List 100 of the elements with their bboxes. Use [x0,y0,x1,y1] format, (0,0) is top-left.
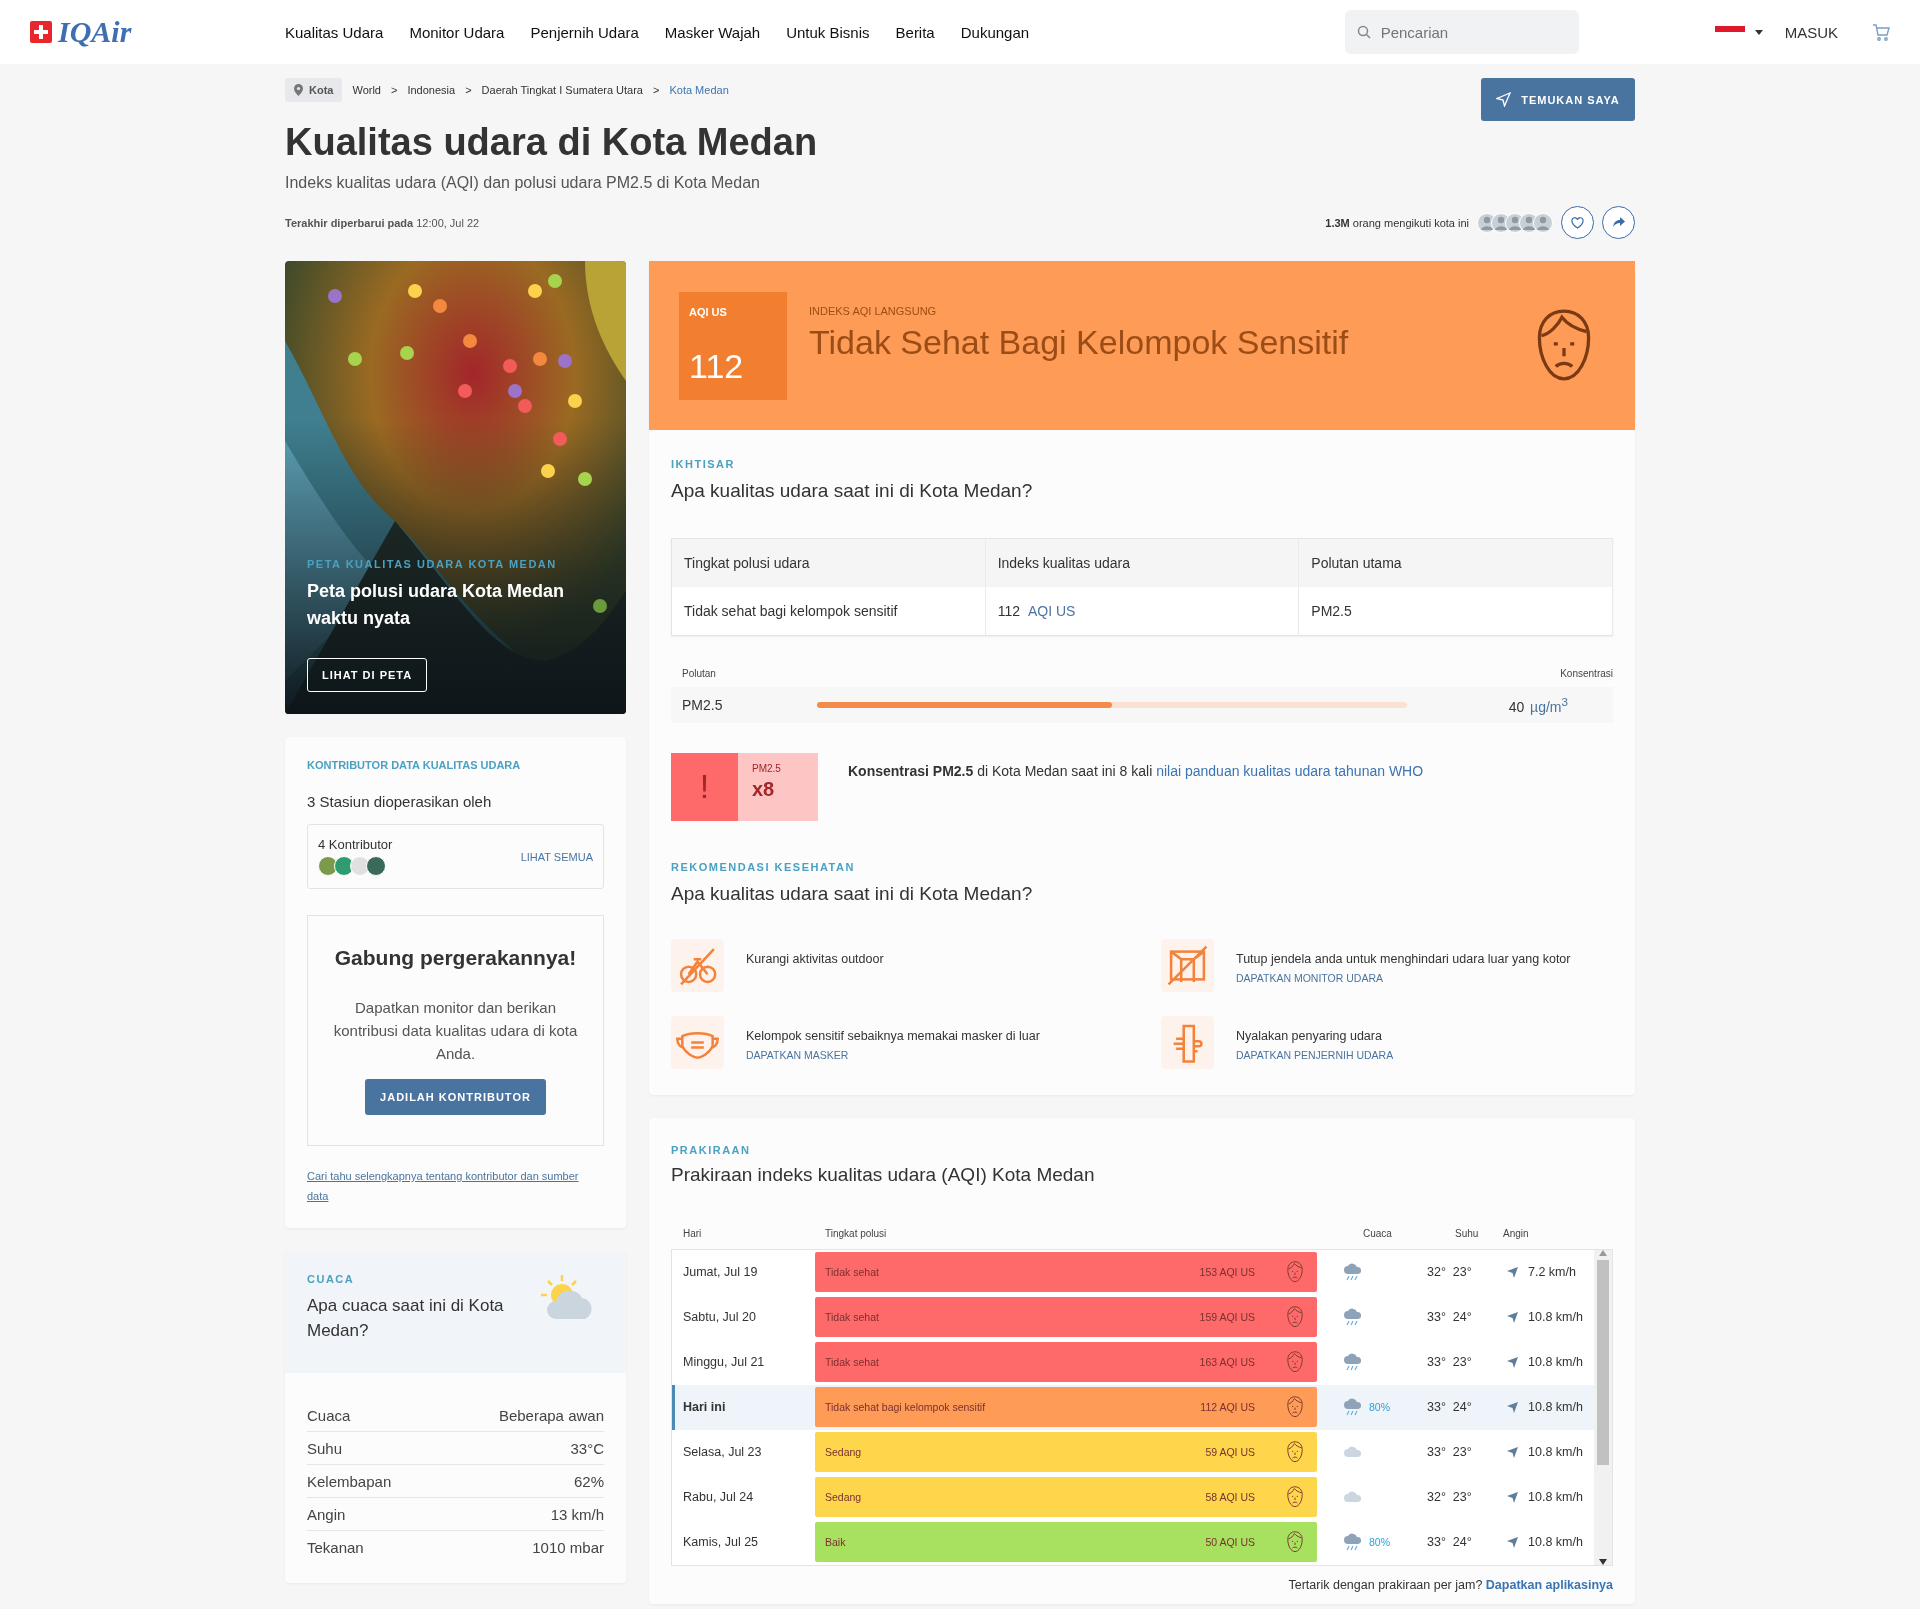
forecast-row[interactable]: Jumat, Jul 19 Tidak sehat 153 AQI US 32° 23° 7.2 km/h [672,1249,1594,1295]
weather-label: Cuaca [307,1407,351,1424]
forecast-row[interactable]: Selasa, Jul 23 Sedang 59 AQI US 33° 23° 10.8 km/h [672,1429,1594,1475]
aqi-text: 112 AQI US [1200,1401,1255,1414]
column-header: Indeks kualitas udara [985,538,1299,587]
heart-icon [1571,216,1584,229]
day-label: Kamis, Jul 25 [682,1535,760,1550]
weather-value: 13 km/h [550,1506,604,1523]
rain-cloud-icon [1343,1308,1363,1327]
level-text: Tidak sehat bagi kelompok sensitif [825,1401,987,1414]
nav-link[interactable]: Dukungan [960,23,1030,41]
nav-link[interactable]: Kualitas Udara [285,23,384,41]
wind-speed: 10.8 km/h [1528,1355,1583,1370]
forecast-row[interactable]: Rabu, Jul 24 Sedang 58 AQI US 32° 23° 10.8 km/h [672,1474,1594,1520]
section-kicker: KONTRIBUTOR DATA KUALITAS UDARA [307,759,522,771]
logo[interactable]: IQAir [58,15,132,49]
day-label: Rabu, Jul 24 [682,1490,755,1505]
breadcrumb-link[interactable]: Daerah Tingkat I Sumatera Utara [481,84,643,96]
join-text: Dapatkan monitor dan berikan kontribusi data kualitas udara di kota Anda. [332,998,579,1064]
day-label: Hari ini [682,1400,727,1415]
who-guideline-link[interactable]: nilai panduan kualitas udara tahunan WHO [1156,762,1424,779]
column-header: Cuaca [1363,1227,1393,1239]
section-kicker: IKHTISAR [671,458,736,470]
level-text: Tidak sehat [825,1266,880,1279]
forecast-title: Prakiraan indeks kualitas udara (AQI) Kota Medan [671,1163,1096,1186]
join-title: Gabung pergerakannya! [333,946,578,970]
who-note: Konsentrasi PM2.5 di Kota Medan saat ini 8 kali nilai panduan kualitas udara tahunan WHO [848,762,1424,779]
recommendation-link[interactable]: DAPATKAN MONITOR UDARA [1236,971,1571,984]
get-app-link[interactable]: Dapatkan aplikasinya [1485,1577,1613,1592]
column-header: Polutan [682,668,716,679]
forecast-row[interactable]: Minggu, Jul 21 Tidak sehat 163 AQI US 33° 23° 10.8 km/h [672,1339,1594,1385]
nav-link[interactable]: Untuk Bisnis [786,23,870,41]
aqi-unit-link[interactable]: AQI US [1028,603,1076,619]
search-icon [1356,25,1371,39]
wind-speed: 7.2 km/h [1528,1265,1576,1280]
contributor-logo-icon[interactable] [334,856,354,876]
scroll-down-icon[interactable] [1599,1558,1607,1565]
breadcrumb-link[interactable]: Kota Medan [669,84,729,96]
become-contributor-button[interactable]: JADILAH KONTRIBUTOR [365,1079,546,1115]
nav-link[interactable]: Berita [895,23,935,41]
forecast-footer-note: Tertarik dengan prakiraan per jam? Dapatkan aplikasinya [1287,1576,1613,1594]
aqi-value: 112 [689,346,745,386]
temperature-text: 33° 23° [1426,1445,1473,1460]
breadcrumb-separator: > [653,84,660,96]
weather-label: Kelembapan [307,1473,392,1490]
forecast-row[interactable]: Hari ini Tidak sehat bagi kelompok sensitif 112 AQI US 80% 33° 24° 10.8 km/h [672,1384,1594,1430]
column-header: Angin [1503,1227,1530,1239]
see-all-link[interactable]: LIHAT SEMUA [520,850,593,863]
recommendation-link[interactable]: DAPATKAN PENJERNIH UDARA [1236,1048,1394,1061]
search-field[interactable]: Pencarian [1344,10,1579,54]
nav-link[interactable]: Masker Wajah [664,23,761,41]
contributor-logo-icon[interactable] [366,856,386,876]
breadcrumb-link[interactable]: World [352,84,381,96]
section-question: Apa kualitas udara saat ini di Kota Medan? [671,882,1034,905]
breadcrumb-link[interactable]: Indonesia [407,84,456,96]
wind-speed: 10.8 km/h [1528,1310,1583,1325]
rain-cloud-icon [1343,1533,1363,1552]
precipitation-text: 80% [1369,1401,1390,1414]
warning-mark: ! [671,752,738,821]
share-button[interactable] [1602,206,1635,239]
aqi-text: 153 AQI US [1199,1266,1255,1279]
day-label: Selasa, Jul 23 [682,1445,763,1460]
section-question: Apa kualitas udara saat ini di Kota Medan? [671,480,1034,502]
who-label: PM2.5 [752,762,782,774]
cart-icon[interactable] [1872,23,1890,41]
level-text: Tidak sehat [825,1311,880,1324]
scroll-up-icon[interactable] [1599,1249,1607,1256]
nav-link[interactable]: Monitor Udara [409,23,505,41]
wind-direction-icon [1507,1356,1518,1368]
aqi-kicker: INDEKS AQI LANGSUNG [809,305,938,317]
scrollbar[interactable] [1594,1249,1612,1565]
login-link[interactable]: MASUK [1784,23,1838,41]
forecast-row[interactable]: Sabtu, Jul 20 Tidak sehat 159 AQI US 33° 24° 10.8 km/h [672,1294,1594,1340]
contributor-logo-icon[interactable] [318,856,338,876]
purifier-icon [1161,1015,1214,1069]
view-map-button[interactable]: LIHAT DI PETA [307,658,428,692]
recommendation-link[interactable]: DAPATKAN MASKER [746,1048,1040,1061]
section-kicker: REKOMENDASI KESEHATAN [671,860,856,873]
favorite-button[interactable] [1561,206,1594,239]
column-header: Tingkat polusi udara [671,538,986,587]
rain-cloud-icon [1343,1353,1363,1372]
wind-direction-icon [1507,1491,1518,1503]
nav-link[interactable]: Penjernih Udara [530,23,639,41]
level-text: Baik [825,1536,847,1549]
share-arrow-icon [1612,217,1625,228]
contributor-logo-icon[interactable] [350,856,370,876]
weather-value: 62% [573,1473,604,1490]
caret-icon[interactable] [1754,29,1763,35]
learn-more-link[interactable]: Cari tahu selengkapnya tentang kontributor dan sumber data [307,1166,587,1206]
wind-speed: 10.8 km/h [1528,1490,1583,1505]
column-header: Suhu [1455,1227,1480,1239]
mask-icon [671,1015,724,1069]
forecast-row[interactable]: Kamis, Jul 25 Baik 50 AQI US 80% 33° 24° 10.8 km/h [672,1519,1594,1565]
column-header: Tingkat polusi [825,1227,888,1239]
locate-me-button[interactable]: TEMUKAN SAYA [1481,78,1635,121]
aqi-status: Tidak Sehat Bagi Kelompok Sensitif [809,323,1350,362]
wind-speed: 10.8 km/h [1528,1400,1583,1415]
weather-label: Tekanan [307,1539,364,1556]
weather-value: Beberapa awan [498,1407,604,1424]
page-title: Kualitas udara di Kota Medan [285,121,819,164]
